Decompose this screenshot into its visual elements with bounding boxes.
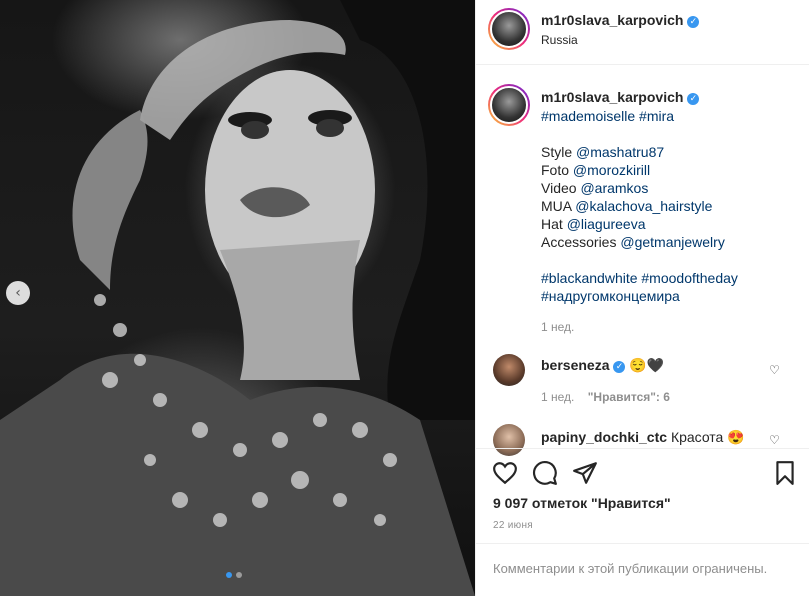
caption-author-row: m1r0slava_karpovich ✓ [541, 89, 700, 107]
credit-line: Video @aramkos [541, 179, 725, 197]
save-bookmark-icon[interactable] [772, 460, 798, 486]
carousel-dot [236, 572, 242, 578]
caption-author-username[interactable]: m1r0slava_karpovich [541, 89, 683, 105]
comment-text: 😌🖤 [629, 357, 665, 373]
likes-count[interactable]: 9 097 отметок "Нравится" [493, 495, 671, 511]
credit-handle[interactable]: @aramkos [580, 180, 648, 196]
carousel-dot [226, 572, 232, 578]
commenter-username[interactable]: berseneza [541, 357, 609, 373]
comment-like-heart-icon[interactable]: ♡ [769, 363, 780, 377]
credit-label: Style [541, 144, 573, 160]
verified-badge-icon: ✓ [613, 361, 626, 373]
carousel-prev-button[interactable]: ‹ [6, 281, 30, 305]
credit-handle[interactable]: @morozkirill [573, 162, 650, 178]
caption-age[interactable]: 1 нед. [541, 320, 574, 334]
caption-hashtags-bottom-1[interactable]: #blackandwhite #moodoftheday [541, 269, 738, 287]
credit-line: Foto @morozkirill [541, 161, 725, 179]
author-avatar[interactable] [488, 8, 530, 50]
post-photo[interactable]: ‹ [0, 0, 475, 596]
comments-restricted-notice: Комментарии к этой публикации ограничены… [493, 561, 768, 576]
comment-row: berseneza ✓ 😌🖤 [541, 356, 664, 374]
header-divider [476, 64, 809, 65]
credit-handle[interactable]: @mashatru87 [576, 144, 664, 160]
credit-handle[interactable]: @getmanjewelry [620, 234, 724, 250]
comment-text: Красота 😍 [670, 429, 745, 445]
caption-credits: Style @mashatru87 Foto @morozkirill Vide… [541, 143, 725, 251]
comment-age[interactable]: 1 нед. [541, 390, 574, 404]
avatar-image [490, 10, 528, 48]
credit-label: Hat [541, 216, 563, 232]
photo-illustration [0, 0, 475, 596]
comment-row: papiny_dochki_ctc Красота 😍 [541, 428, 745, 446]
caption-hashtags-top[interactable]: #mademoiselle #mira [541, 107, 674, 125]
credit-handle[interactable]: @liagureeva [567, 216, 646, 232]
commenter-avatar[interactable] [493, 354, 525, 386]
credit-label: Foto [541, 162, 570, 178]
caption-hashtags-bottom-2[interactable]: #надругомконцемира [541, 287, 680, 305]
credit-line: MUA @kalachova_hairstyle [541, 197, 725, 215]
credit-label: Accessories [541, 234, 617, 250]
carousel-dots [226, 572, 242, 578]
credit-label: Video [541, 180, 577, 196]
comment-bubble-icon[interactable] [532, 460, 558, 486]
comments-divider [476, 448, 809, 449]
credit-handle[interactable]: @kalachova_hairstyle [575, 198, 712, 214]
credit-label: MUA [541, 198, 572, 214]
commenter-avatar[interactable] [493, 424, 525, 456]
comment-likes[interactable]: "Нравится": 6 [588, 390, 670, 404]
credit-line: Accessories @getmanjewelry [541, 233, 725, 251]
chevron-left-icon: ‹ [15, 285, 21, 301]
like-heart-icon[interactable] [492, 460, 518, 486]
comment-like-heart-icon[interactable]: ♡ [769, 433, 780, 447]
avatar-image [490, 86, 528, 124]
commenter-username[interactable]: papiny_dochki_ctc [541, 429, 667, 445]
credit-line: Hat @liagureeva [541, 215, 725, 233]
post-date[interactable]: 22 июня [493, 520, 533, 531]
caption-author-avatar[interactable] [488, 84, 530, 126]
credit-line: Style @mashatru87 [541, 143, 725, 161]
verified-badge-icon: ✓ [687, 93, 700, 105]
post-location[interactable]: Russia [541, 33, 578, 47]
author-username[interactable]: m1r0slava_karpovich [541, 12, 683, 28]
post-side-panel: m1r0slava_karpovich ✓ Russia m1r0slava_ka… [475, 0, 809, 596]
verified-badge-icon: ✓ [687, 16, 700, 28]
comment-meta: 1 нед. "Нравится": 6 [541, 390, 670, 404]
author-name-row: m1r0slava_karpovich ✓ [541, 12, 700, 30]
share-paper-plane-icon[interactable] [572, 460, 598, 486]
footer-divider [476, 543, 809, 544]
